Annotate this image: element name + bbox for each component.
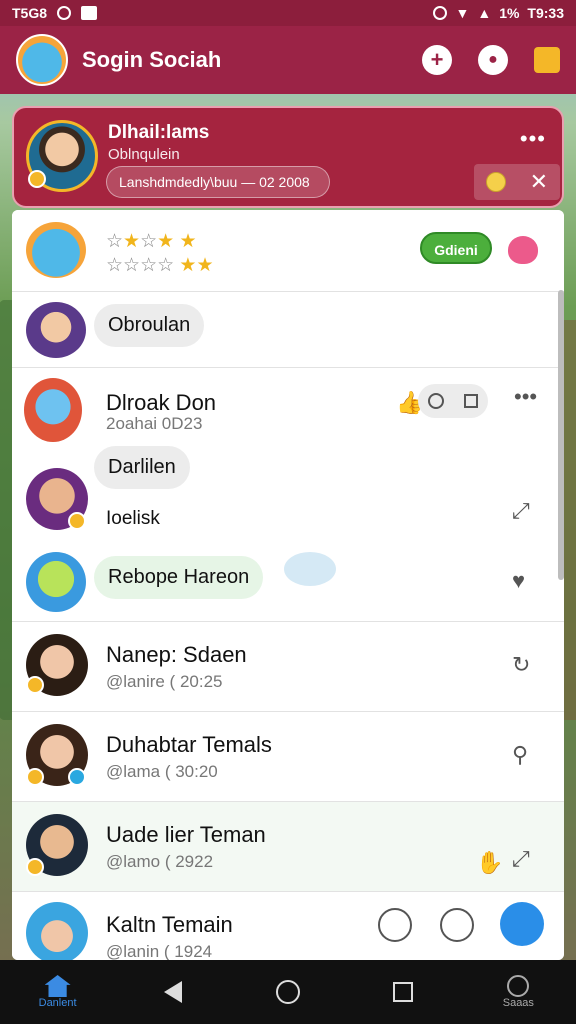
wifi-icon: ▼	[455, 5, 470, 21]
pin-icon[interactable]: ⤢	[512, 498, 530, 524]
nav-home-label: Danlent	[38, 997, 77, 1009]
app-title: Sogin Sociah	[82, 47, 222, 72]
media-controls	[418, 384, 488, 418]
list-item[interactable]: Nanep: Sdaen @lanire ( 20:25 ↻	[12, 622, 564, 712]
more-icon[interactable]: •••	[520, 126, 546, 152]
list-item[interactable]: ☆★☆★ ★ ☆☆☆☆ ★★ Gdieni	[12, 210, 564, 292]
emoji-icon[interactable]	[485, 172, 506, 192]
list-item[interactable]: Duhabtar Temals @lama ( 30:20 ⚲	[12, 712, 564, 802]
avatar-badge-icon	[26, 858, 44, 876]
banner-status-pill[interactable]: Lanshdmdedly\buu — 02 2008	[106, 166, 330, 198]
avatar-badge-icon	[26, 768, 44, 786]
avatar	[26, 222, 86, 278]
banner-name: Dlhail:lams	[108, 122, 210, 143]
banner-actions: ✕	[474, 164, 560, 200]
chat-meta: 2oahai 0D23	[106, 414, 203, 433]
chat-meta: @lama ( 30:20	[106, 762, 218, 781]
notification-icon	[57, 6, 72, 20]
signal-icon: ▲	[477, 5, 492, 21]
recents-icon	[393, 982, 414, 1002]
home-circle-icon	[275, 980, 300, 1004]
sticker-icon[interactable]	[440, 908, 474, 942]
app-bar: Sogin Sociah + ●	[0, 26, 576, 94]
chat-meta: @lamo ( 2922	[106, 852, 214, 871]
avatar	[26, 302, 86, 358]
search-icon[interactable]: ⚲	[512, 742, 528, 768]
chat-meta: @lanire ( 20:25	[106, 672, 223, 691]
status-badge-icon	[68, 768, 86, 786]
square-icon[interactable]	[464, 394, 478, 408]
list-item[interactable]: Dlroak Don 2oahai 0D23 👍 ••• Darlilen Io…	[12, 368, 564, 622]
folder-icon[interactable]	[534, 47, 560, 73]
avatar-badge-icon	[68, 512, 86, 530]
cloud-decoration	[284, 552, 336, 586]
status-bar: T5G8 ▼ ▲ 1% T9:33	[0, 0, 576, 26]
battery-percent: 1%	[499, 5, 520, 21]
chat-list: ☆★☆★ ★ ☆☆☆☆ ★★ Gdieni Obroulan Dlroak Do…	[12, 210, 564, 960]
avatar-badge-icon	[26, 676, 44, 694]
chat-name: Kaltn Temain	[106, 912, 233, 937]
chat-meta: @lanin ( 1924	[106, 942, 213, 960]
heart-icon[interactable]: ♥	[512, 568, 525, 594]
avatar	[26, 902, 88, 960]
mail-icon	[81, 6, 98, 20]
chat-bubble-icon[interactable]: ●	[478, 45, 508, 75]
chat-name-bubble: Obroulan	[94, 304, 205, 347]
chat-name-bubble: Darlilen	[94, 446, 190, 489]
list-item[interactable]: Uade lier Teman @lamo ( 2922 ✋ ⤢	[12, 802, 564, 892]
avatar	[26, 552, 86, 612]
compose-button[interactable]	[500, 902, 544, 946]
nav-back[interactable]	[133, 981, 213, 1003]
chat-name: Duhabtar Temals	[106, 732, 272, 757]
pin-icon[interactable]: ⤢	[512, 846, 530, 872]
status-time: T5G8	[12, 5, 48, 21]
clap-icon: ✋	[476, 850, 504, 875]
avatar	[24, 378, 82, 442]
list-item[interactable]: Kaltn Temain @lanin ( 1924	[12, 892, 564, 960]
app-logo	[16, 34, 68, 86]
list-item[interactable]: Obroulan	[12, 292, 564, 368]
home-icon	[44, 975, 71, 997]
chat-name: Dlroak Don	[106, 390, 217, 415]
nav-settings[interactable]: Saaas	[478, 975, 558, 1009]
nav-recents[interactable]	[363, 982, 443, 1002]
chat-name-bubble: Rebope Hareon	[94, 556, 264, 599]
chat-name: Nanep: Sdaen	[106, 642, 247, 667]
scrollbar[interactable]	[558, 290, 564, 580]
profile-banner[interactable]: Dlhail:lams Oblnqulein Lanshdmdedly\buu …	[12, 106, 564, 208]
add-icon[interactable]: +	[422, 45, 452, 75]
bottom-nav: Danlent Saaas	[0, 960, 576, 1024]
back-icon	[163, 981, 182, 1003]
avatar-badge-icon	[28, 170, 46, 188]
reply-icon[interactable]: ↻	[512, 652, 530, 678]
chat-name: Uade lier Teman	[106, 822, 266, 847]
alarm-icon	[433, 6, 448, 20]
heart-icon[interactable]	[508, 236, 538, 264]
clock-icon[interactable]	[428, 393, 444, 409]
banner-subtitle: Oblnqulein	[108, 146, 180, 163]
nav-home-button[interactable]	[248, 980, 328, 1004]
dial-icon	[507, 975, 530, 997]
nav-home[interactable]: Danlent	[18, 975, 98, 1009]
status-clock: T9:33	[527, 5, 564, 21]
close-icon[interactable]: ✕	[530, 169, 548, 195]
nav-right-label: Saaas	[502, 997, 534, 1009]
emoji-icon[interactable]	[378, 908, 412, 942]
chat-name: Ioelisk	[106, 508, 160, 529]
rating-stars: ☆★☆★ ★ ☆☆☆☆ ★★	[106, 231, 214, 276]
action-button[interactable]: Gdieni	[420, 232, 492, 264]
more-icon[interactable]: •••	[514, 384, 537, 410]
